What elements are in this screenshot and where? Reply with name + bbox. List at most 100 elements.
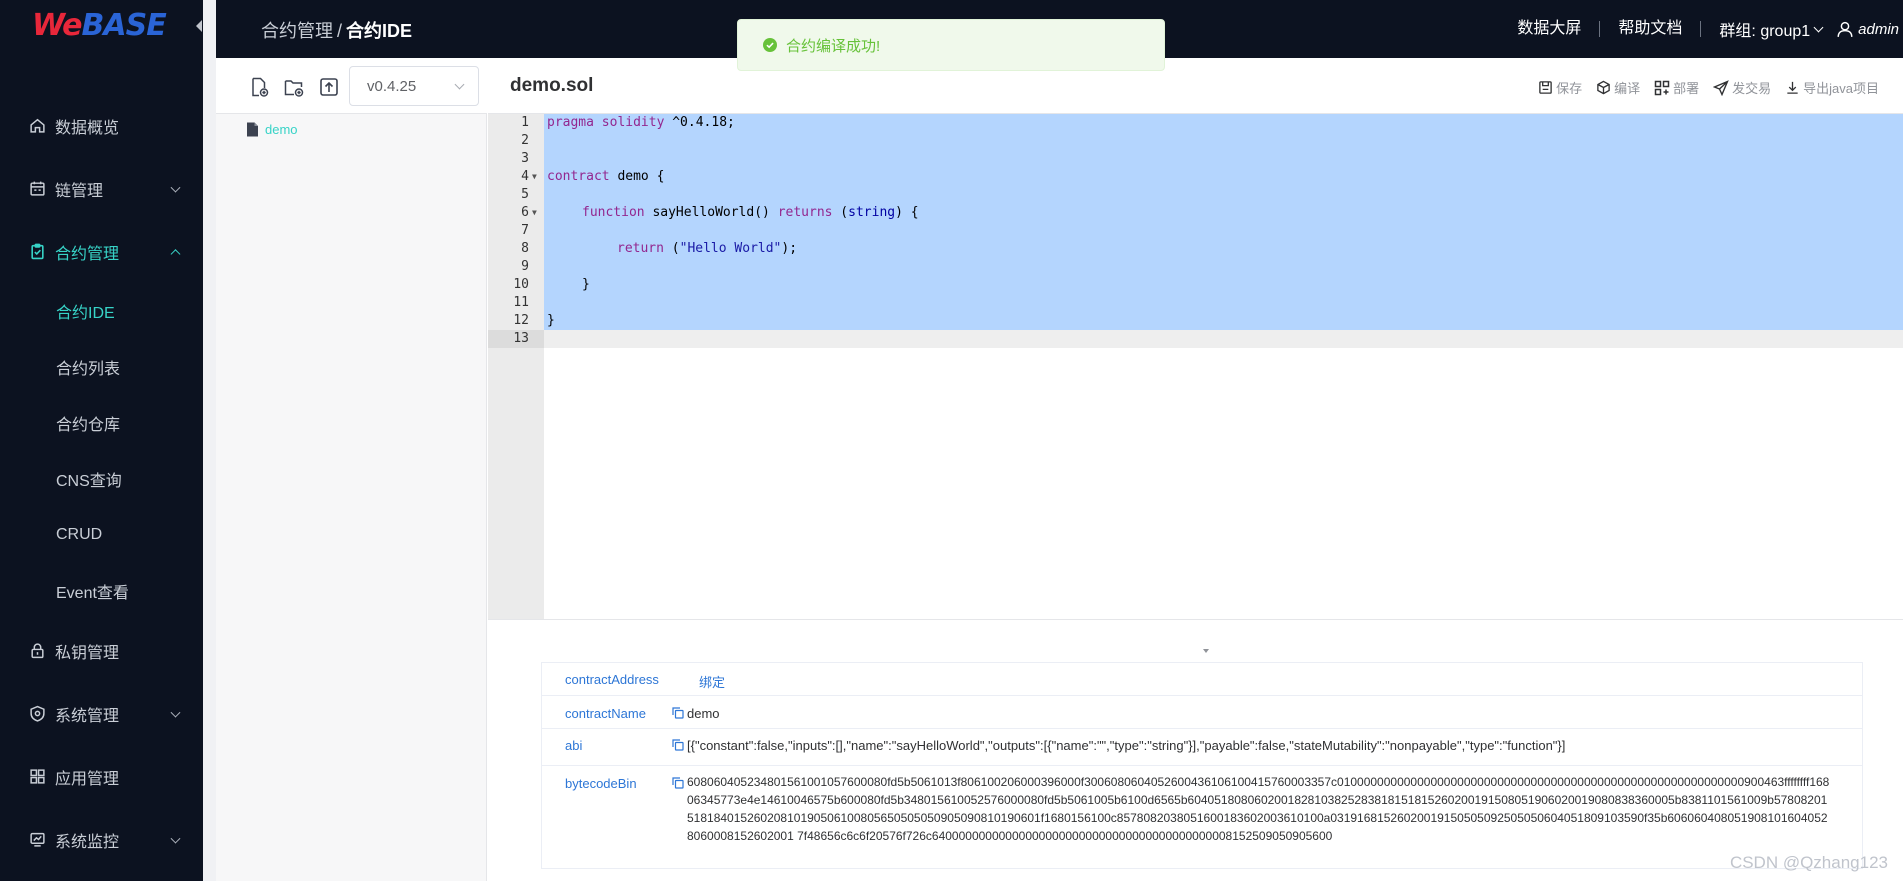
line-number: 2	[521, 133, 529, 148]
result-key: bytecodeBin	[565, 776, 637, 791]
new-file-icon[interactable]	[248, 76, 270, 98]
code-line: 4 ▼ contract demo {	[488, 168, 1903, 186]
bind-address-link[interactable]: 绑定	[699, 672, 725, 691]
collapse-sidebar-icon[interactable]	[196, 20, 202, 32]
result-row-address: contractAddress 绑定	[542, 663, 1862, 696]
group-selector[interactable]: 群组: group1	[1701, 17, 1836, 41]
line-number: 10	[513, 277, 529, 292]
new-folder-icon[interactable]	[283, 76, 305, 98]
sidebar-item-apps[interactable]: 应用管理	[0, 745, 203, 808]
code-editor[interactable]: 1 pragma solidity ^0.4.18; 2 3 4 ▼ contract…	[488, 114, 1903, 619]
home-icon	[28, 117, 46, 135]
sidebar-item-contract[interactable]: 合约管理	[0, 220, 203, 283]
line-text: pragma solidity ^0.4.18;	[547, 115, 735, 130]
code-line: 8 return ("Hello World");	[488, 240, 1903, 258]
submenu-item-cns-query[interactable]: CNS查询	[0, 451, 203, 507]
line-number: 6	[521, 205, 529, 220]
export-java-button[interactable]: 导出java项目	[1785, 78, 1879, 97]
send-transaction-button[interactable]: 发交易	[1713, 78, 1771, 97]
sidebar-item-system[interactable]: 系统管理	[0, 682, 203, 745]
breadcrumb: 合约管理 / 合约IDE	[261, 17, 412, 43]
abi-value: [{"constant":false,"inputs":[],"name":"s…	[687, 738, 1566, 753]
send-icon	[1713, 79, 1729, 96]
result-row-bytecode: bytecodeBin 6080604052348015610010576000…	[542, 766, 1862, 868]
code-line: 9	[488, 258, 1903, 276]
file-name: demo	[265, 122, 298, 137]
line-number: 3	[521, 151, 529, 166]
copy-icon[interactable]	[672, 739, 684, 751]
sidebar-item-label: 私钥管理	[55, 644, 120, 662]
line-number: 12	[513, 313, 529, 328]
deploy-button[interactable]: 部署	[1654, 78, 1699, 97]
file-toolbar: v0.4.25	[216, 58, 487, 114]
result-value: [{"constant":false,"inputs":[],"name":"s…	[672, 738, 1832, 753]
monitor-icon	[28, 831, 46, 849]
copy-icon[interactable]	[672, 777, 684, 789]
line-number: 4	[521, 169, 529, 184]
breadcrumb-current: 合约IDE	[346, 21, 413, 41]
submenu-item-contract-list[interactable]: 合约列表	[0, 339, 203, 395]
result-row-name: contractName demo	[542, 696, 1862, 729]
editor-actions: 保存 编译 部署 发交易 导出java项目	[1524, 78, 1879, 97]
code-line: 11	[488, 294, 1903, 312]
user-icon	[1837, 21, 1853, 37]
code-line: 1 pragma solidity ^0.4.18;	[488, 114, 1903, 132]
code-line: 10}	[488, 276, 1903, 294]
chevron-down-icon	[1813, 22, 1824, 32]
sidebar-item-label: 系统监控	[55, 833, 120, 851]
watermark: CSDN @Qzhang123	[1729, 853, 1888, 872]
line-text: function sayHelloWorld() returns (string…	[582, 205, 919, 220]
header-actions: 数据大屏 帮助文档 群组: group1 admin	[1499, 0, 1903, 58]
resize-handle-icon[interactable]	[1203, 649, 1209, 653]
sidebar-item-label: 应用管理	[55, 770, 120, 788]
line-text: return ("Hello World");	[617, 241, 798, 256]
result-row-abi: abi [{"constant":false,"inputs":[],"name…	[542, 729, 1862, 766]
submenu-item-crud[interactable]: CRUD	[0, 507, 203, 563]
file-icon	[247, 122, 258, 137]
submenu-item-event[interactable]: Event查看	[0, 563, 203, 619]
code-line: 13	[488, 330, 1903, 348]
line-number: 8	[521, 241, 529, 256]
sidebar-item-keys[interactable]: 私钥管理	[0, 619, 203, 682]
save-icon	[1539, 81, 1552, 94]
sidebar-item-monitor[interactable]: 系统监控	[0, 808, 203, 871]
clipboard-icon	[28, 243, 46, 261]
line-text: }	[547, 313, 555, 328]
submenu-item-contract-ide[interactable]: 合约IDE	[0, 283, 203, 339]
sidebar-item-chain[interactable]: 链管理	[0, 157, 203, 220]
user-menu[interactable]: admin	[1836, 20, 1903, 38]
fold-arrow-icon[interactable]: ▼	[532, 204, 537, 222]
compiler-version-select[interactable]: v0.4.25	[349, 66, 479, 106]
webase-logo[interactable]: WeBASE	[32, 8, 167, 43]
chevron-down-icon	[454, 79, 465, 90]
copy-icon[interactable]	[672, 707, 684, 719]
fold-arrow-icon[interactable]: ▼	[532, 168, 537, 186]
upload-icon[interactable]	[318, 76, 340, 98]
file-tree-item[interactable]: demo	[246, 122, 298, 137]
code-line: 3	[488, 150, 1903, 168]
dashboard-link[interactable]: 数据大屏	[1499, 21, 1601, 37]
chevron-down-icon	[170, 707, 181, 718]
sidebar-menu: 数据概览 链管理 合约管理 合约IDE 合约列表 合约仓库 CNS查询 CRUD…	[0, 94, 203, 871]
calendar-icon	[28, 180, 46, 198]
compile-button[interactable]: 编译	[1596, 78, 1640, 97]
breadcrumb-parent[interactable]: 合约管理	[261, 21, 333, 41]
save-button[interactable]: 保存	[1538, 78, 1582, 97]
bytecode-value: 608060405234801561001057600080fd5b506101…	[687, 775, 1830, 843]
code-line: 2	[488, 132, 1903, 150]
sidebar-item-label: 合约管理	[55, 245, 120, 263]
save-label: 保存	[1556, 81, 1583, 96]
chevron-up-icon	[170, 248, 181, 259]
chevron-down-icon	[170, 182, 181, 193]
editor-header: demo.sol 保存 编译 部署 发交易 导出java项目	[488, 58, 1903, 114]
sidebar-item-overview[interactable]: 数据概览	[0, 94, 203, 157]
sidebar: WeBASE 数据概览 链管理 合约管理 合约IDE 合约列表 合约仓库 CNS…	[0, 0, 203, 881]
help-docs-link[interactable]: 帮助文档	[1600, 21, 1702, 37]
sidebar-item-label: 链管理	[55, 182, 104, 200]
open-file-title: demo.sol	[510, 75, 594, 96]
code-line: 6 ▼ function sayHelloWorld() returns (stri…	[488, 204, 1903, 222]
contract-name-value: demo	[687, 706, 720, 721]
send-transaction-label: 发交易	[1732, 81, 1772, 96]
result-key: contractName	[565, 706, 646, 721]
submenu-item-contract-repo[interactable]: 合约仓库	[0, 395, 203, 451]
